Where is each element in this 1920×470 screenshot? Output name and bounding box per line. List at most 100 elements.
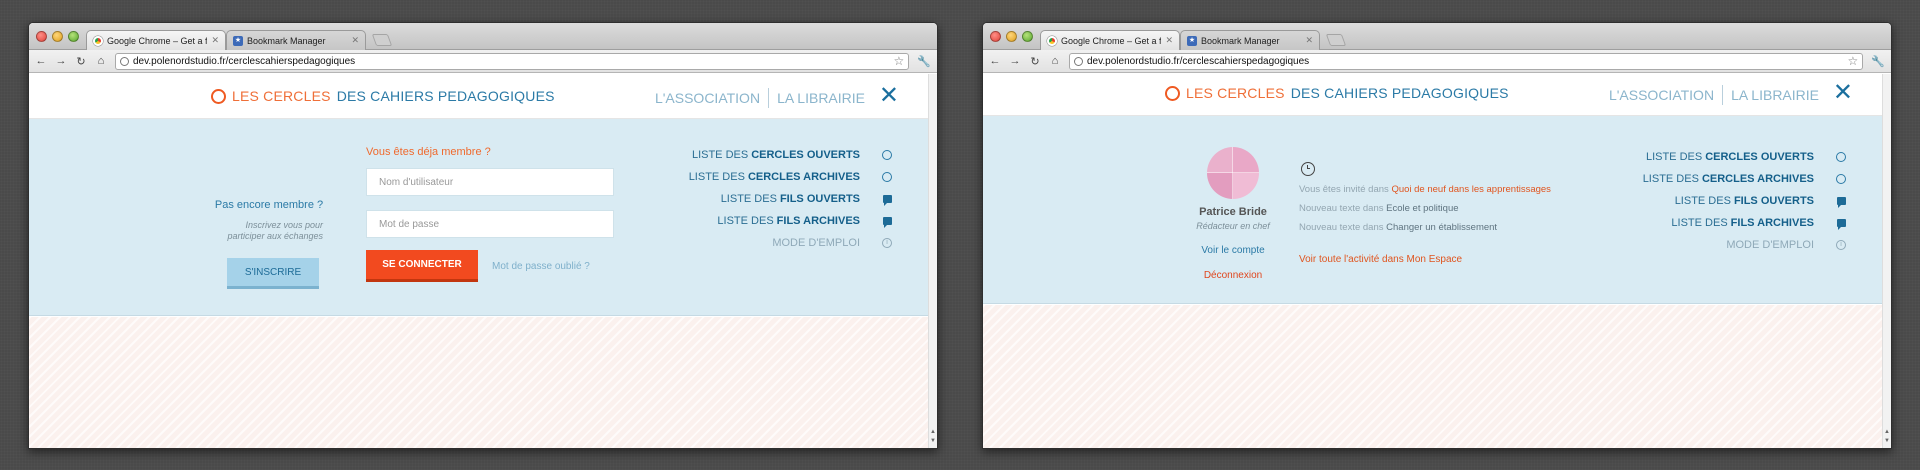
tab-bookmark-manager[interactable]: ★ Bookmark Manager ✕ — [1180, 30, 1320, 50]
nav-divider — [768, 88, 770, 108]
scroll-down-icon[interactable]: ▼ — [930, 438, 936, 444]
new-tab-button[interactable] — [1325, 34, 1347, 46]
reload-icon[interactable]: ↻ — [1029, 55, 1041, 68]
close-window-button[interactable] — [990, 31, 1001, 42]
reload-icon[interactable]: ↻ — [75, 55, 87, 68]
menu-item-mode-emploi[interactable]: MODE D'EMPLOI i — [1643, 234, 1846, 256]
info-icon: i — [1836, 240, 1846, 250]
ring-icon — [1836, 152, 1846, 162]
scroll-down-icon[interactable]: ▼ — [1884, 438, 1890, 444]
all-activity-link[interactable]: Voir toute l'activité dans Mon Espace — [1299, 254, 1551, 265]
close-tab-icon[interactable]: ✕ — [1165, 35, 1173, 46]
ring-icon — [1836, 174, 1846, 184]
site-logo[interactable]: LES CERCLES DES CAHIERS PEDAGOGIQUES — [211, 88, 555, 104]
menu-bold: FILS OUVERTS — [1733, 195, 1814, 207]
tab-chrome[interactable]: Google Chrome – Get a fast ✕ — [1040, 30, 1180, 50]
menu-prefix: MODE D'EMPLOI — [1726, 239, 1814, 251]
user-name: Patrice Bride — [1199, 206, 1267, 218]
nav-association-link[interactable]: L'ASSOCIATION — [1609, 87, 1714, 103]
signup-hint: Inscrivez vous pour participer aux échan… — [214, 220, 324, 242]
address-bar[interactable]: dev.polenordstudio.fr/cerclescahierspeda… — [115, 52, 910, 70]
forward-icon[interactable]: → — [1009, 55, 1021, 67]
forward-icon[interactable]: → — [55, 55, 67, 67]
site-logo[interactable]: LES CERCLES DES CAHIERS PEDAGOGIQUES — [1165, 85, 1509, 101]
tab-title: Bookmark Manager — [1201, 35, 1280, 46]
menu-prefix: LISTE DES — [1645, 151, 1703, 163]
vertical-scrollbar[interactable]: ▲ ▼ — [928, 74, 937, 448]
menu-item-cercles-ouverts[interactable]: LISTE DES CERCLES OUVERTS — [1643, 146, 1846, 168]
menu-bold: CERCLES ARCHIVES — [1701, 173, 1814, 185]
menu-item-fils-archives[interactable]: LISTE DES FILS ARCHIVES — [689, 210, 892, 232]
bookmark-star-icon[interactable]: ☆ — [1848, 54, 1859, 68]
tab-bar: Google Chrome – Get a fast ✕ ★ Bookmark … — [983, 23, 1891, 50]
menu-item-fils-ouverts[interactable]: LISTE DES FILS OUVERTS — [689, 188, 892, 210]
zoom-window-button[interactable] — [68, 31, 79, 42]
login-button[interactable]: SE CONNECTER — [366, 250, 478, 282]
top-navigation: L'ASSOCIATION LA LIBRAIRIE — [1609, 85, 1819, 105]
window-controls — [36, 31, 79, 42]
avatar[interactable] — [1207, 147, 1259, 199]
minimize-window-button[interactable] — [52, 31, 63, 42]
password-input[interactable]: Mot de passe — [366, 210, 614, 238]
menu-item-cercles-archives[interactable]: LISTE DES CERCLES ARCHIVES — [1643, 168, 1846, 190]
minimize-window-button[interactable] — [1006, 31, 1017, 42]
menu-item-fils-archives[interactable]: LISTE DES FILS ARCHIVES — [1643, 212, 1846, 234]
home-icon[interactable]: ⌂ — [95, 55, 107, 67]
login-section: Vous êtes déja membre ? Nom d'utilisateu… — [366, 146, 616, 282]
menu-item-fils-ouverts[interactable]: LISTE DES FILS OUVERTS — [1643, 190, 1846, 212]
activity-item: Nouveau texte dans Ecole et politique — [1299, 203, 1551, 214]
bookmark-star-icon: ★ — [1187, 35, 1197, 46]
logout-link[interactable]: Déconnexion — [1188, 270, 1278, 281]
tab-bookmark-manager[interactable]: ★ Bookmark Manager ✕ — [226, 30, 366, 50]
site-header: LES CERCLES DES CAHIERS PEDAGOGIQUES L'A… — [983, 74, 1891, 116]
browser-toolbar: ← → ↻ ⌂ dev.polenordstudio.fr/cerclescah… — [983, 50, 1891, 73]
account-panel: Patrice Bride Rédacteur en chef Voir le … — [983, 116, 1891, 304]
activity-link[interactable]: Quoi de neuf dans les apprentissages — [1391, 184, 1551, 195]
activity-link[interactable]: Ecole et politique — [1386, 203, 1458, 214]
bubble-icon — [1837, 197, 1846, 208]
close-tab-icon[interactable]: ✕ — [1305, 35, 1313, 46]
view-account-link[interactable]: Voir le compte — [1188, 245, 1278, 256]
close-tab-icon[interactable]: ✕ — [211, 35, 219, 46]
vertical-scrollbar[interactable]: ▲ ▼ — [1882, 74, 1891, 448]
menu-item-cercles-ouverts[interactable]: LISTE DES CERCLES OUVERTS — [689, 144, 892, 166]
browser-window-logged-in: Google Chrome – Get a fast ✕ ★ Bookmark … — [982, 22, 1892, 449]
tab-chrome[interactable]: Google Chrome – Get a fast ✕ — [86, 30, 226, 50]
nav-librairie-link[interactable]: LA LIBRAIRIE — [777, 90, 865, 106]
tab-title: Bookmark Manager — [247, 35, 326, 46]
home-icon[interactable]: ⌂ — [1049, 55, 1061, 67]
scroll-up-icon[interactable]: ▲ — [930, 429, 936, 435]
page-background — [29, 317, 928, 448]
back-icon[interactable]: ← — [989, 55, 1001, 67]
close-tab-icon[interactable]: ✕ — [351, 35, 359, 46]
zoom-window-button[interactable] — [1022, 31, 1033, 42]
page-info-icon[interactable] — [120, 56, 129, 66]
wrench-menu-icon[interactable]: 🔧 — [917, 55, 931, 68]
close-window-button[interactable] — [36, 31, 47, 42]
page-info-icon[interactable] — [1074, 56, 1083, 66]
menu-item-cercles-archives[interactable]: LISTE DES CERCLES ARCHIVES — [689, 166, 892, 188]
back-icon[interactable]: ← — [35, 55, 47, 67]
nav-librairie-link[interactable]: LA LIBRAIRIE — [1731, 87, 1819, 103]
username-input[interactable]: Nom d'utilisateur — [366, 168, 614, 196]
wrench-menu-icon[interactable]: 🔧 — [1871, 55, 1885, 68]
menu-bold: FILS ARCHIVES — [1730, 217, 1814, 229]
activity-link[interactable]: Changer un établissement — [1386, 222, 1497, 233]
activity-text: Nouveau texte dans — [1299, 203, 1384, 214]
signup-button[interactable]: S'INSCRIRE — [227, 258, 319, 289]
menu-prefix: MODE D'EMPLOI — [772, 237, 860, 249]
menu-prefix: LISTE DES — [720, 193, 777, 205]
forgot-password-link[interactable]: Mot de passe oublié ? — [492, 261, 590, 272]
menu-bold: CERCLES OUVERTS — [751, 149, 860, 161]
nav-association-link[interactable]: L'ASSOCIATION — [655, 90, 760, 106]
menu-item-mode-emploi[interactable]: MODE D'EMPLOI i — [689, 232, 892, 254]
new-tab-button[interactable] — [371, 34, 393, 46]
close-menu-icon[interactable]: ✕ — [1833, 81, 1853, 105]
logo-ring-icon — [1165, 85, 1180, 101]
scroll-up-icon[interactable]: ▲ — [1884, 429, 1890, 435]
bookmark-star-icon[interactable]: ☆ — [894, 54, 905, 68]
address-bar[interactable]: dev.polenordstudio.fr/cerclescahierspeda… — [1069, 52, 1864, 70]
close-menu-icon[interactable]: ✕ — [879, 84, 899, 108]
brand-part2: DES CAHIERS PEDAGOGIQUES — [1290, 85, 1509, 101]
signup-hint-line2: participer aux échanges — [227, 231, 323, 241]
